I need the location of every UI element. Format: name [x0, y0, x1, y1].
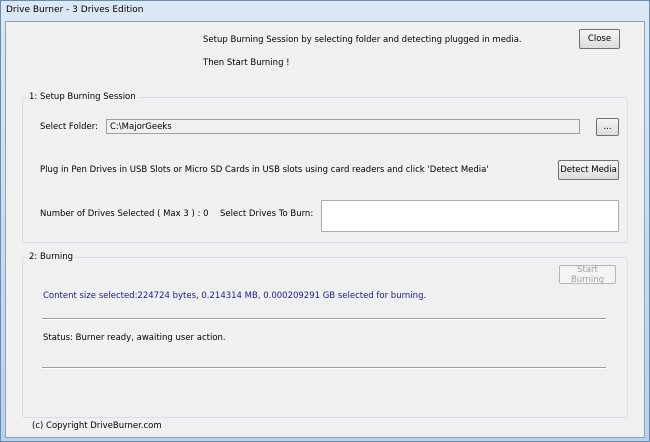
- copyright-text: (c) Copyright DriveBurner.com: [32, 421, 162, 431]
- setup-group-label: 1: Setup Burning Session: [27, 92, 138, 102]
- window-title: Drive Burner - 3 Drives Edition: [6, 5, 144, 15]
- divider: [42, 318, 606, 320]
- burning-group-label: 2: Burning: [27, 252, 76, 262]
- detect-instructions: Plug in Pen Drives in USB Slots or Micro…: [40, 165, 489, 175]
- folder-value: C:\MajorGeeks: [110, 122, 172, 132]
- close-button[interactable]: Close: [579, 29, 620, 49]
- detect-media-button[interactable]: Detect Media: [558, 160, 619, 180]
- folder-label: Select Folder:: [40, 122, 98, 132]
- burning-group: 2: Burning Start Burning Content size se…: [22, 252, 628, 418]
- drives-listbox[interactable]: [321, 200, 619, 232]
- header-instruction: Setup Burning Session by selecting folde…: [203, 35, 522, 45]
- drives-label: Select Drives To Burn:: [220, 209, 314, 219]
- status-text: Status: Burner ready, awaiting user acti…: [43, 333, 226, 343]
- drives-count: Number of Drives Selected ( Max 3 ) : 0: [40, 209, 209, 219]
- client-area: Setup Burning Session by selecting folde…: [5, 21, 645, 438]
- header-subtitle: Then Start Burning !: [203, 58, 290, 68]
- setup-group: 1: Setup Burning Session Select Folder: …: [22, 92, 628, 243]
- progress-divider: [42, 367, 606, 369]
- app-window: Drive Burner - 3 Drives Edition Setup Bu…: [0, 0, 650, 442]
- folder-input[interactable]: C:\MajorGeeks: [106, 119, 580, 134]
- start-burning-button[interactable]: Start Burning: [559, 265, 616, 285]
- content-size-text: Content size selected:224724 bytes, 0.21…: [43, 291, 427, 301]
- browse-button[interactable]: ...: [596, 118, 619, 136]
